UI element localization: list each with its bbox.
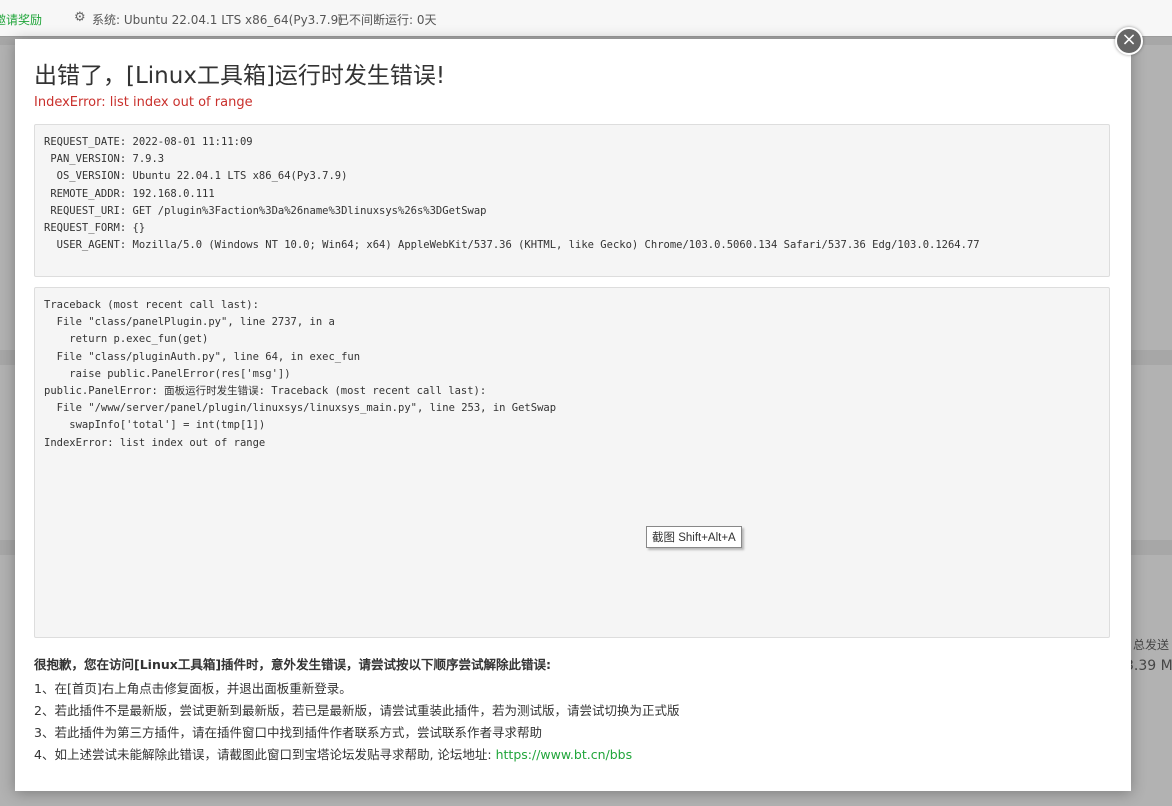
request-info-box: REQUEST_DATE: 2022-08-01 11:11:09 PAN_VE… (34, 124, 1110, 277)
code-line: USER_AGENT: Mozilla/5.0 (Windows NT 10.0… (44, 239, 980, 252)
code-line: public.PanelError: 面板运行时发生错误: Traceback … (44, 385, 487, 398)
system-value: Ubuntu 22.04.1 LTS x86_64(Py3.7.9) (123, 13, 343, 27)
code-line: raise public.PanelError(res['msg']) (44, 367, 291, 380)
code-line: REQUEST_DATE: 2022-08-01 11:11:09 (44, 136, 253, 148)
code-line: REMOTE_ADDR: 192.168.0.111 (44, 187, 215, 200)
help-item: 3、若此插件为第三方插件，请在插件窗口中找到插件作者联系方式，尝试联系作者寻求帮… (34, 725, 542, 740)
help-heading: 很抱歉，您在访问[Linux工具箱]插件时，意外发生错误，请尝试按以下顺序尝试解… (34, 657, 552, 672)
code-line: File "/www/server/panel/plugin/linuxsys/… (44, 402, 557, 415)
invite-reward-link[interactable]: 邀请奖励 (0, 11, 42, 28)
traceback-box[interactable]: Traceback (most recent call last): File … (34, 287, 1110, 638)
close-button[interactable]: × (1115, 27, 1143, 55)
help-item: 1、在[首页]右上角点击修复面板，并退出面板重新登录。 (34, 681, 352, 696)
forum-link[interactable]: https://www.bt.cn/bbs (496, 747, 633, 762)
uptime-info: 已不间断运行: 0天 (337, 13, 437, 27)
code-line: File "class/panelPlugin.py", line 2737, … (44, 316, 335, 329)
help-item-with-link: 4、如上述尝试未能解除此错误，请截图此窗口到宝塔论坛发贴寻求帮助, 论坛地址: … (34, 744, 679, 766)
error-dialog: 出错了，[Linux工具箱]运行时发生错误! IndexError: list … (15, 39, 1131, 791)
help-section: 很抱歉，您在访问[Linux工具箱]插件时，意外发生错误，请尝试按以下顺序尝试解… (34, 654, 679, 766)
code-line: REQUEST_URI: GET /plugin%3Faction%3Da%26… (44, 204, 487, 217)
dialog-title: 出错了，[Linux工具箱]运行时发生错误! (34, 63, 446, 89)
code-line: IndexError: list index out of range (44, 436, 266, 449)
code-line: OS_VERSION: Ubuntu 22.04.1 LTS x86_64(Py… (44, 170, 348, 183)
code-line: REQUEST_FORM: {} (44, 222, 146, 235)
code-line: PAN_VERSION: 7.9.3 (44, 153, 165, 166)
system-label: 系统: (92, 13, 121, 27)
code-line: return p.exec_fun(get) (44, 333, 209, 346)
close-icon: × (1121, 29, 1137, 50)
code-line: Traceback (most recent call last): (44, 299, 259, 311)
top-status-bar: 邀请奖励 ⚙ 系统: Ubuntu 22.04.1 LTS x86_64(Py3… (0, 0, 1172, 37)
system-info: 系统: Ubuntu 22.04.1 LTS x86_64(Py3.7.9) (92, 11, 343, 28)
code-line: File "class/pluginAuth.py", line 64, in … (44, 350, 361, 363)
error-summary: IndexError: list index out of range (34, 95, 253, 110)
code-line: swapInfo['total'] = int(tmp[1]) (44, 419, 266, 432)
ubuntu-icon: ⚙ (74, 10, 86, 25)
screenshot-tooltip: 截图 Shift+Alt+A (646, 526, 742, 548)
help-item: 2、若此插件不是最新版，尝试更新到最新版，若已是最新版，请尝试重装此插件，若为测… (34, 703, 680, 718)
help-item-text: 4、如上述尝试未能解除此错误，请截图此窗口到宝塔论坛发贴寻求帮助, 论坛地址: (34, 747, 496, 762)
